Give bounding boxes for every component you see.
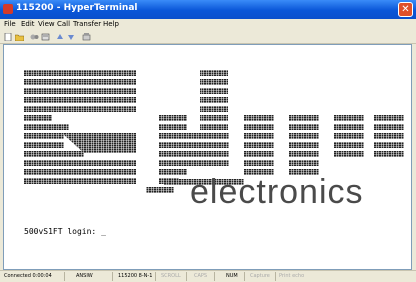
close-button[interactable]: ✕ — [398, 2, 413, 17]
status-emulation: ANSIW — [76, 273, 93, 279]
menu-file[interactable]: File — [4, 20, 16, 28]
menu-view[interactable]: View — [38, 20, 55, 28]
toolbar — [0, 31, 416, 44]
title-bar[interactable]: 115200 - HyperTerminal ✕ — [0, 0, 416, 19]
logo-text: electronics — [190, 173, 364, 211]
open-icon[interactable] — [15, 33, 24, 41]
login-prompt: 500vS1FT login: _ — [24, 227, 106, 236]
call-icon[interactable] — [82, 33, 91, 41]
menu-help[interactable]: Help — [103, 20, 119, 28]
new-connection-icon[interactable] — [4, 33, 13, 41]
app-icon[interactable] — [3, 4, 13, 14]
menu-call[interactable]: Call — [57, 20, 70, 28]
status-bar: Connected 0:00:04 ANSIW 115200 8-N-1 SCR… — [0, 270, 416, 282]
terminal-screen[interactable]: electronics 500vS1FT login: _ — [3, 44, 412, 270]
menu-transfer[interactable]: Transfer — [73, 20, 101, 28]
status-connected: Connected 0:00:04 — [4, 273, 52, 279]
status-capture: Capture — [250, 273, 270, 279]
menu-edit[interactable]: Edit — [21, 20, 35, 28]
disconnect-icon[interactable] — [30, 33, 39, 41]
status-printecho: Print echo — [279, 273, 305, 279]
properties-icon[interactable] — [41, 33, 50, 41]
status-caps: CAPS — [194, 273, 208, 279]
menu-bar: File Edit View Call Transfer Help — [0, 19, 416, 31]
window-title: 115200 - HyperTerminal — [16, 3, 138, 13]
status-num: NUM — [226, 273, 238, 279]
status-settings: 115200 8-N-1 — [118, 273, 153, 279]
receive-icon[interactable] — [67, 33, 76, 41]
hyperterminal-window: 115200 - HyperTerminal ✕ File Edit View … — [0, 0, 416, 282]
status-scroll: SCROLL — [161, 273, 181, 279]
send-icon[interactable] — [56, 33, 65, 41]
company-logo: electronics — [24, 70, 404, 211]
